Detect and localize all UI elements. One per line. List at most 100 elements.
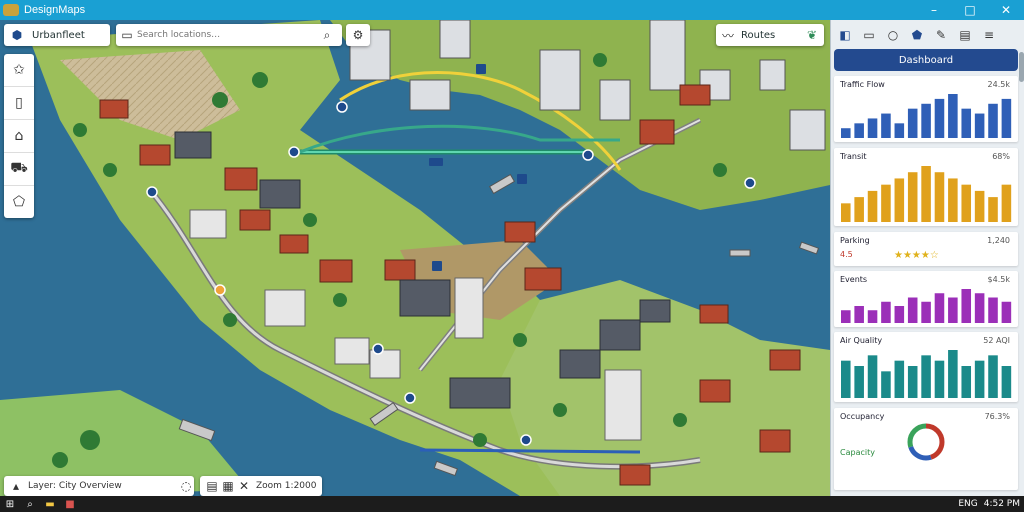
chart-tool-icon[interactable]: ⌂ [4, 120, 34, 153]
chart-bar [934, 172, 945, 222]
clipboard-icon[interactable]: ▤ [955, 25, 975, 45]
layers-icon: ▴ [12, 479, 20, 493]
cross-icon[interactable]: ✕ [236, 479, 252, 493]
taskbar: ⊞ ⌕ ▬ ■ [0, 496, 1024, 512]
map-canvas[interactable] [0, 20, 830, 496]
chart-bar [934, 98, 945, 138]
shield-icon[interactable]: ⬟ [907, 25, 927, 45]
card-value: 76.3% [984, 412, 1010, 421]
map-pin [288, 146, 300, 158]
minimize-button[interactable]: – [920, 0, 948, 20]
grid-icon[interactable]: ▦ [220, 479, 236, 493]
home-icon: ⬢ [11, 28, 23, 42]
chart-bar [881, 113, 891, 138]
card-title: Air Quality [840, 336, 883, 345]
map-pin [582, 149, 594, 161]
dashboard-panel: ◧ ▭ ○ ⬟ ✎ ▤ ≡ Dashboard Traffic Flow 24.5… [830, 20, 1024, 496]
zoom-label: Zoom 1:2000 [256, 481, 317, 491]
clock[interactable]: 4:52 PM [984, 499, 1020, 509]
chart-bar [841, 310, 851, 323]
search-icon[interactable]: ⌕ [319, 28, 335, 43]
chart-bar [907, 108, 918, 138]
title-bar: DesignMaps [0, 0, 1024, 20]
chart-bar [1001, 366, 1012, 398]
search-taskbar-icon[interactable]: ⌕ [20, 496, 40, 512]
orange-map-pin [214, 284, 226, 296]
chart-bar [867, 310, 878, 323]
settings-box[interactable]: ⚙ [346, 24, 370, 46]
maximize-button[interactable]: □ [956, 0, 984, 20]
chart-bar [894, 360, 905, 398]
card-title: Transit [840, 152, 867, 161]
page-tool-icon[interactable]: ▯ [4, 87, 34, 120]
print-icon[interactable]: ▤ [204, 479, 220, 493]
chart-bar [894, 178, 905, 222]
card-chart [841, 289, 1012, 323]
pen-icon[interactable]: ✎ [931, 25, 951, 45]
system-tray: ENG 4:52 PM [958, 496, 1020, 512]
chart-bar [988, 197, 998, 222]
card-title: Occupancy [840, 412, 885, 421]
map-pin [372, 343, 384, 355]
home-label: Urbanfleet [32, 29, 85, 41]
folder-icon[interactable]: ▬ [40, 496, 60, 512]
gear-icon[interactable]: ⚙ [346, 28, 370, 42]
circle-icon[interactable]: ○ [883, 25, 903, 45]
chart-bar [1001, 184, 1012, 222]
start-icon[interactable]: ⊞ [0, 496, 20, 512]
pin-tool-icon[interactable]: ⬠ [4, 186, 34, 218]
chart-bar [961, 184, 972, 222]
search-bar[interactable]: ▭ ⌕ [116, 24, 342, 46]
menu-icon[interactable]: ≡ [979, 25, 999, 45]
chart-bar [867, 118, 878, 138]
close-button[interactable]: ✕ [992, 0, 1020, 20]
chart-bar [894, 123, 905, 138]
dashboard-card[interactable]: Parking 1,240 ★★★★☆ 4.5 [834, 232, 1018, 266]
home-box[interactable]: ⬢ Urbanfleet [4, 24, 110, 46]
chart-bar [881, 301, 891, 323]
panel-scrollbar[interactable] [1019, 52, 1024, 82]
panel-toolbar: ◧ ▭ ○ ⬟ ✎ ▤ ≡ [835, 24, 1021, 46]
route-label: Routes [741, 29, 776, 41]
app-task-icon[interactable]: ■ [60, 496, 80, 512]
language-indicator[interactable]: ENG [958, 499, 977, 509]
chart-bar [1001, 98, 1012, 138]
chart-bar [974, 360, 985, 398]
chart-bar [988, 297, 998, 323]
dashboard-card[interactable]: Transit 68% [834, 148, 1018, 226]
chart-bar [961, 366, 972, 398]
dashboard-button[interactable]: Dashboard [834, 49, 1018, 71]
map-pin [744, 177, 756, 189]
card-title: Traffic Flow [840, 80, 885, 89]
app-title: DesignMaps [24, 4, 86, 16]
route-box[interactable]: 〰 Routes ❦ [716, 24, 824, 46]
layer-bar[interactable]: ▴ Layer: City Overview ◌ [4, 476, 194, 496]
chart-bar [974, 113, 985, 138]
chart-bar [1001, 301, 1012, 323]
chart-bar [988, 103, 998, 138]
dashboard-card[interactable]: Events $4.5k [834, 271, 1018, 327]
chart-bar [948, 350, 958, 398]
doc-icon[interactable]: ▭ [859, 25, 879, 45]
chart-bar [974, 190, 985, 222]
chart-bar [921, 355, 931, 398]
truck-tool-icon[interactable]: ⛟ [4, 153, 34, 186]
chart-bar [961, 108, 972, 138]
chart-bar [881, 184, 891, 222]
layer-label: Layer: City Overview [28, 481, 122, 491]
dashboard-card[interactable]: Traffic Flow 24.5k [834, 76, 1018, 142]
chart-bar [948, 94, 958, 138]
zoom-bar[interactable]: ▤ ▦ ✕ Zoom 1:2000 [200, 476, 322, 496]
visibility-icon[interactable]: ◌ [178, 479, 194, 493]
dashboard-card[interactable]: Occupancy 76.3% Capacity [834, 408, 1018, 490]
leaf-icon[interactable]: ❦ [803, 28, 821, 42]
search-input[interactable] [135, 29, 319, 41]
brand-icon[interactable]: ◧ [835, 25, 855, 45]
chart-bar [854, 366, 864, 398]
dashboard-card[interactable]: Air Quality 52 AQI [834, 332, 1018, 402]
map-pin [146, 186, 158, 198]
chart-bar [867, 190, 878, 222]
blue-route [419, 448, 641, 454]
star-tool-icon[interactable]: ✩ [4, 54, 34, 87]
rating-value: 4.5 [840, 250, 853, 259]
